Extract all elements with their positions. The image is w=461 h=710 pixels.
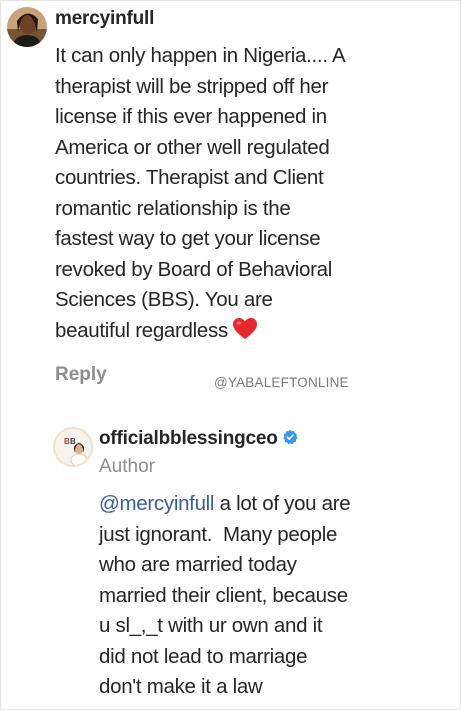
- comment-text-line: It can only happen in Nigeria.... A: [55, 44, 346, 67]
- watermark: @YABALEFTONLINE: [214, 375, 349, 390]
- red-heart-icon: [232, 317, 258, 350]
- reply-username-text[interactable]: officialbblessingceo: [99, 428, 278, 449]
- reply-button[interactable]: Reply: [55, 363, 107, 387]
- comment-text-line: romantic relationship is the: [55, 196, 291, 220]
- reply-text-line: did not lead to marriage: [99, 644, 308, 668]
- reply-text-line: married their client, because: [99, 583, 348, 607]
- comment-text-line: Sciences (BBS). You are: [55, 288, 273, 311]
- verified-badge-icon: [282, 428, 298, 452]
- comment-text-line-end: beautiful regardless: [55, 318, 228, 342]
- reply-text-fragment: a lot of you are: [214, 492, 351, 515]
- comment-text-line-last: beautiful regardless: [55, 316, 450, 350]
- author-tag: Author: [99, 456, 155, 477]
- comment-thread: mercyinfull It can only happen in Nigeri…: [0, 0, 461, 710]
- reply-text-line: don't make it a law: [99, 675, 263, 698]
- comment-text-line: America or other well regulated: [55, 135, 330, 159]
- reply-username[interactable]: officialbblessingceo: [99, 427, 298, 452]
- comment-text-line: countries. Therapist and Client: [55, 166, 324, 189]
- avatar[interactable]: [7, 7, 47, 47]
- comment-text-line: revoked by Board of Behavioral: [55, 257, 333, 281]
- comment-text-line: therapist will be stripped off her: [55, 74, 329, 98]
- comment-username[interactable]: mercyinfull: [55, 7, 154, 31]
- reply-text-line: u sl_,_t with ur own and it: [99, 614, 323, 637]
- svg-text:B: B: [70, 437, 76, 446]
- comment-text-line: license if this ever happened in: [55, 105, 327, 128]
- reply-text-line: just ignorant. Many people: [99, 522, 338, 546]
- comment-text-line: fastest way to get your license: [55, 227, 321, 250]
- reply-avatar[interactable]: B B: [53, 427, 93, 467]
- comment-text: It can only happen in Nigeria.... A ther…: [55, 41, 450, 349]
- reply-text-line: who are married today: [99, 553, 297, 576]
- reply-text: @mercyinfull a lot of you are just ignor…: [99, 489, 454, 703]
- reply-text-line: @mercyinfull a lot of you are: [99, 489, 454, 520]
- mention-link[interactable]: @mercyinfull: [99, 492, 214, 515]
